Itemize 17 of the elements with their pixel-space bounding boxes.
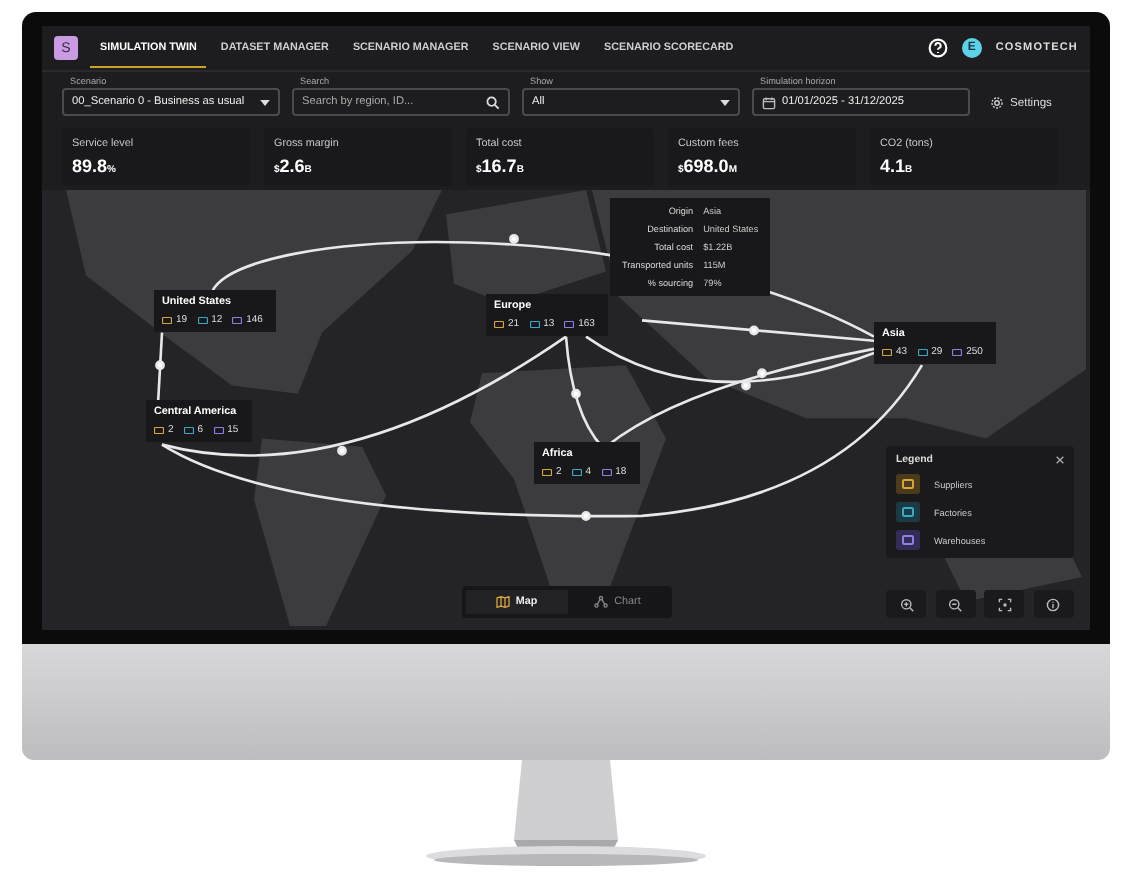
caret-icon: [260, 99, 270, 105]
zoom-in-button[interactable]: [886, 590, 926, 618]
calendar-icon: [762, 95, 776, 109]
settings-icon: [990, 96, 1004, 110]
fit-view-button[interactable]: [984, 590, 1025, 618]
search-icon: [486, 95, 500, 109]
map-icon: [495, 596, 510, 608]
info-button[interactable]: [1033, 590, 1074, 618]
network-icon: [594, 596, 609, 608]
caret-icon: [720, 99, 730, 105]
help-icon[interactable]: [927, 38, 948, 58]
zoom-out-icon: [948, 597, 963, 611]
zoom-out-button[interactable]: [935, 590, 976, 618]
info-icon: [1046, 597, 1061, 611]
zoom-in-icon: [899, 597, 913, 611]
close-icon[interactable]: [1056, 456, 1064, 464]
fit-view-icon: [997, 597, 1012, 611]
